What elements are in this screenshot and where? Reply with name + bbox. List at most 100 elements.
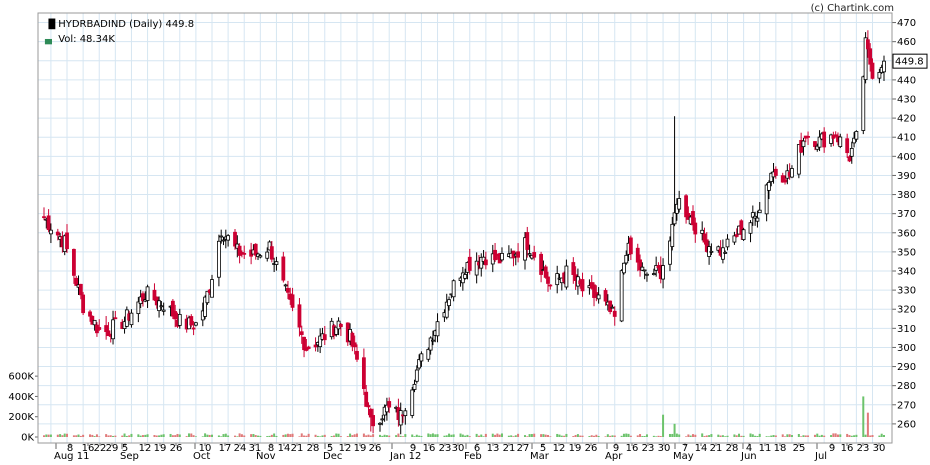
volume-bar [482, 436, 485, 437]
volume-bar [305, 435, 308, 437]
volume-bar [581, 435, 584, 437]
volume-bar [452, 434, 455, 437]
volume-bar [369, 435, 372, 437]
candle-body [299, 331, 304, 335]
candle-body [861, 76, 866, 131]
volume-bar [643, 435, 646, 437]
candle-body [403, 410, 408, 416]
volume-bar [784, 436, 787, 437]
candle-body [645, 273, 649, 276]
volume-bar [705, 435, 708, 437]
candle-body [435, 321, 440, 337]
day-label: 26 [369, 443, 382, 454]
candle-body [451, 280, 456, 298]
volume-bar [144, 434, 147, 437]
candle-body [734, 234, 739, 237]
volume-bar [436, 434, 439, 437]
volume-bar [500, 433, 503, 437]
candle-body [447, 299, 451, 307]
volume-bar [162, 434, 165, 437]
volume-bar [735, 435, 738, 437]
copyright-text[interactable]: (c) Chartink.com [811, 3, 894, 14]
candle-body [191, 327, 196, 330]
volume-bar [236, 436, 239, 437]
candle-body [352, 342, 357, 348]
candle-body [612, 310, 617, 317]
candle-body [801, 140, 806, 148]
day-label: 16 [841, 443, 854, 454]
volume-bar [540, 434, 543, 437]
volume-bar [517, 433, 520, 437]
candle-body [387, 401, 392, 408]
candle-body [253, 243, 258, 256]
volume-bar [222, 434, 225, 437]
volume-bar [321, 435, 324, 437]
day-label: 28 [726, 443, 739, 454]
day-label: 12 [339, 443, 352, 454]
volume-bar [724, 436, 727, 437]
volume-bar [337, 433, 340, 437]
candle-body [414, 369, 419, 382]
volume-bar [595, 434, 598, 437]
candle-body [355, 350, 359, 360]
day-label: 14 [695, 443, 708, 454]
volume-bar [339, 436, 342, 437]
volume-bar [443, 435, 446, 437]
day-label: 26 [170, 443, 183, 454]
candle-body [670, 223, 675, 247]
volume-bar [125, 435, 128, 437]
volume-bar [112, 435, 115, 437]
price-tick-label: 300 [897, 343, 916, 354]
day-label: 29 [106, 443, 119, 454]
volume-bar [639, 434, 642, 437]
volume-bar [353, 434, 356, 437]
candle-body [74, 277, 79, 286]
day-label: 28 [307, 443, 320, 454]
price-tick-label: 420 [897, 114, 916, 125]
candle-body [290, 294, 295, 308]
volume-bar [839, 434, 842, 437]
volume-bar [250, 434, 253, 437]
volume-bar [816, 433, 819, 437]
candle-body [410, 389, 415, 416]
candle-body [92, 319, 97, 326]
candle-body [159, 305, 164, 308]
day-label: 6 [474, 443, 480, 454]
volume-bar [717, 434, 720, 437]
volume-bar [79, 435, 82, 437]
day-label: 19 [154, 443, 167, 454]
candle-body [622, 262, 626, 274]
candle-body [757, 209, 762, 214]
candle-body [628, 237, 633, 255]
candle-body [709, 250, 714, 253]
candle-body [571, 262, 576, 275]
volume-bar [238, 433, 241, 437]
volume-bar [512, 436, 515, 437]
symbol-legend: ▐▌ HYDRBADIND (Daily) 449.8 [45, 19, 194, 30]
volume-bar [834, 433, 837, 437]
volume-bar [464, 435, 467, 437]
candle-body [624, 254, 629, 264]
candle-body [161, 309, 166, 312]
volume-bar [668, 433, 671, 437]
volume-bar [480, 434, 483, 437]
volume-bar [155, 435, 158, 437]
volume-bar [448, 433, 451, 437]
volume-bar [349, 433, 352, 437]
price-tick-label: 280 [897, 381, 916, 392]
candle-body [258, 255, 263, 258]
volume-bar [781, 434, 784, 437]
candle-body [748, 222, 753, 234]
volume-bar [754, 435, 757, 437]
day-label: 19 [569, 443, 582, 454]
volume-bar [204, 433, 207, 437]
volume-bar [206, 434, 209, 437]
volume-bar [381, 435, 384, 437]
candle-body [610, 306, 615, 309]
candle-body [97, 327, 102, 330]
price-tick-label: 370 [897, 209, 916, 220]
volume-legend: ▄ Vol: 48.34K [45, 34, 115, 45]
volume-bar [694, 434, 697, 437]
volume-bar [507, 435, 510, 437]
volume-bar [869, 435, 872, 437]
